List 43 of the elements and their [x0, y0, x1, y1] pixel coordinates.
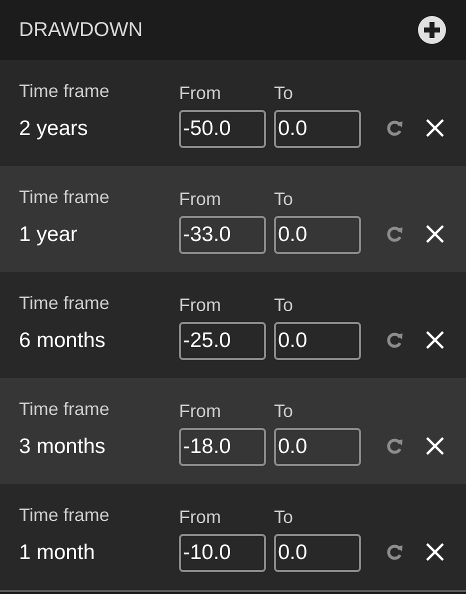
- close-icon: [425, 542, 445, 562]
- refresh-icon: [387, 224, 403, 242]
- refresh-icon: [387, 330, 403, 348]
- input-field[interactable]: 0.0: [274, 216, 361, 254]
- time-frame-value: 1 month: [19, 541, 96, 565]
- time-frame-value: 6 months: [19, 329, 106, 353]
- input-field[interactable]: -10.0: [179, 534, 266, 572]
- field-label: To: [274, 188, 294, 210]
- refresh-icon: [387, 436, 403, 454]
- input-field[interactable]: -33.0: [179, 216, 266, 254]
- input-field[interactable]: -25.0: [179, 322, 266, 360]
- plus-icon: [418, 16, 446, 44]
- field-label: From: [179, 82, 221, 104]
- refresh-icon: [387, 542, 403, 560]
- field-label: From: [179, 506, 221, 528]
- input-field[interactable]: 0.0: [274, 534, 361, 572]
- field-label: Time frame: [19, 292, 110, 314]
- field-label: To: [274, 294, 294, 316]
- field-label: Time frame: [19, 398, 110, 420]
- field-label: From: [179, 294, 221, 316]
- close-icon: [425, 330, 445, 350]
- field-label: Time frame: [19, 80, 110, 102]
- close-icon: [425, 118, 445, 138]
- input-field[interactable]: 0.0: [274, 428, 361, 466]
- field-label: To: [274, 400, 294, 422]
- field-label: Time frame: [19, 186, 110, 208]
- input-field[interactable]: -50.0: [179, 110, 266, 148]
- field-label: To: [274, 82, 294, 104]
- input-field[interactable]: 0.0: [274, 322, 361, 360]
- time-frame-value: 3 months: [19, 435, 106, 459]
- input-field[interactable]: 0.0: [274, 110, 361, 148]
- field-label: To: [274, 506, 294, 528]
- close-icon: [425, 436, 445, 456]
- time-frame-value: 1 year: [19, 223, 78, 247]
- add-button[interactable]: [418, 16, 446, 44]
- field-label: Time frame: [19, 504, 110, 526]
- time-frame-value: 2 years: [19, 117, 89, 141]
- field-label: From: [179, 400, 221, 422]
- input-field[interactable]: -18.0: [179, 428, 266, 466]
- close-icon: [425, 224, 445, 244]
- panel-title: DRAWDOWN: [19, 18, 143, 42]
- field-label: From: [179, 188, 221, 210]
- refresh-icon: [387, 118, 403, 136]
